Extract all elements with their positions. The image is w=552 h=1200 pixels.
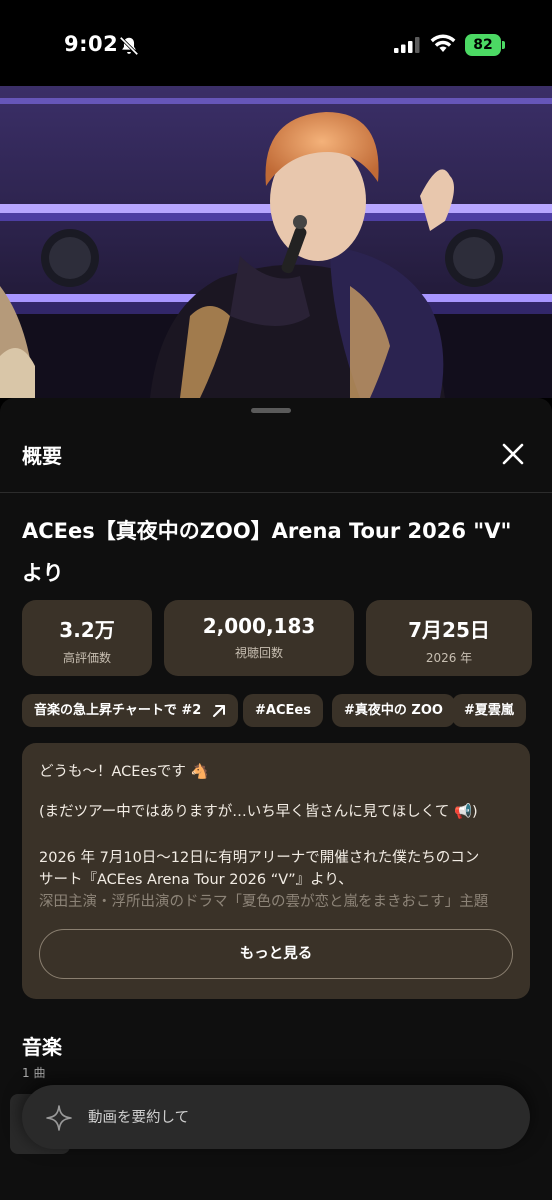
- wifi-icon: [430, 34, 456, 52]
- music-count: 1 曲: [22, 1066, 46, 1080]
- hashtag-chip[interactable]: #夏雲嵐: [452, 694, 526, 727]
- arrow-up-right-icon: [212, 704, 225, 717]
- stats-row: 3.2万 高評価数 2,000,183 視聴回数 7月25日 2026 年: [22, 600, 532, 676]
- hashtag-chip[interactable]: #ACEes: [243, 694, 323, 727]
- music-heading: 音楽: [22, 1035, 62, 1059]
- date-label: 2026 年: [425, 651, 473, 665]
- views-stat: 2,000,183 視聴回数: [164, 600, 354, 676]
- signal-icon: [394, 37, 420, 53]
- likes-label: 高評価数: [62, 651, 111, 665]
- description-box[interactable]: どうも〜！ACEesです 🐴 (まだツアー中ではありますが…いち早く皆さんに見て…: [22, 743, 530, 999]
- description-sheet: 概要 ACEes【真夜中のZOO】Arena Tour 2026 "V" より …: [0, 398, 552, 1200]
- description-line: 深田主演・浮所出演のドラマ「夏色の雲が恋と嵐をまきおこす」主題: [39, 894, 489, 910]
- status-bar: 9:02 82: [0, 0, 552, 86]
- views-label: 視聴回数: [234, 646, 283, 660]
- divider: [0, 492, 552, 493]
- description-line: サート『ACEes Arena Tour 2026 “V”』より、: [39, 872, 353, 888]
- views-value: 2,000,183: [202, 614, 316, 638]
- video-title-line: ACEes【真夜中のZOO】Arena Tour 2026 "V": [22, 519, 512, 543]
- summarize-label: 動画を要約して: [88, 1110, 190, 1126]
- bell-slash-icon: [119, 36, 139, 56]
- video-player[interactable]: [0, 86, 552, 398]
- summarize-video-bar[interactable]: 動画を要約して: [22, 1085, 530, 1149]
- chips-row: 音楽の急上昇チャートで #2 #ACEes #真夜中の ZOO #夏雲嵐: [22, 694, 552, 730]
- date-stat: 7月25日 2026 年: [366, 600, 532, 676]
- video-title-line: より: [22, 561, 64, 585]
- likes-value: 3.2万: [59, 618, 115, 642]
- video-frame: [0, 86, 552, 398]
- sparkle-icon: [46, 1105, 72, 1131]
- description-line: 2026 年 7月10日〜12日に有明アリーナで開催された僕たちのコン: [39, 850, 480, 866]
- battery-icon: 82: [465, 34, 501, 56]
- likes-stat: 3.2万 高評価数: [22, 600, 152, 676]
- video-title: ACEes【真夜中のZOO】Arena Tour 2026 "V" より: [22, 510, 532, 594]
- hashtag-chip[interactable]: #真夜中の ZOO: [332, 694, 455, 727]
- close-button[interactable]: [495, 436, 531, 472]
- description-line: (まだツアー中ではありますが…いち早く皆さんに見てほしくて 📢): [39, 804, 478, 820]
- chart-chip-label: 音楽の急上昇チャートで #2: [34, 703, 202, 718]
- description-line: どうも〜！ACEesです 🐴: [39, 764, 209, 780]
- sheet-title: 概要: [22, 444, 62, 468]
- chart-chip[interactable]: 音楽の急上昇チャートで #2: [22, 694, 238, 727]
- status-time: 9:02: [64, 32, 119, 56]
- drag-handle[interactable]: [251, 408, 291, 413]
- battery-tip: [502, 41, 505, 49]
- show-more-button[interactable]: もっと見る: [39, 929, 513, 979]
- close-icon: [502, 443, 524, 465]
- date-value: 7月25日: [408, 618, 490, 642]
